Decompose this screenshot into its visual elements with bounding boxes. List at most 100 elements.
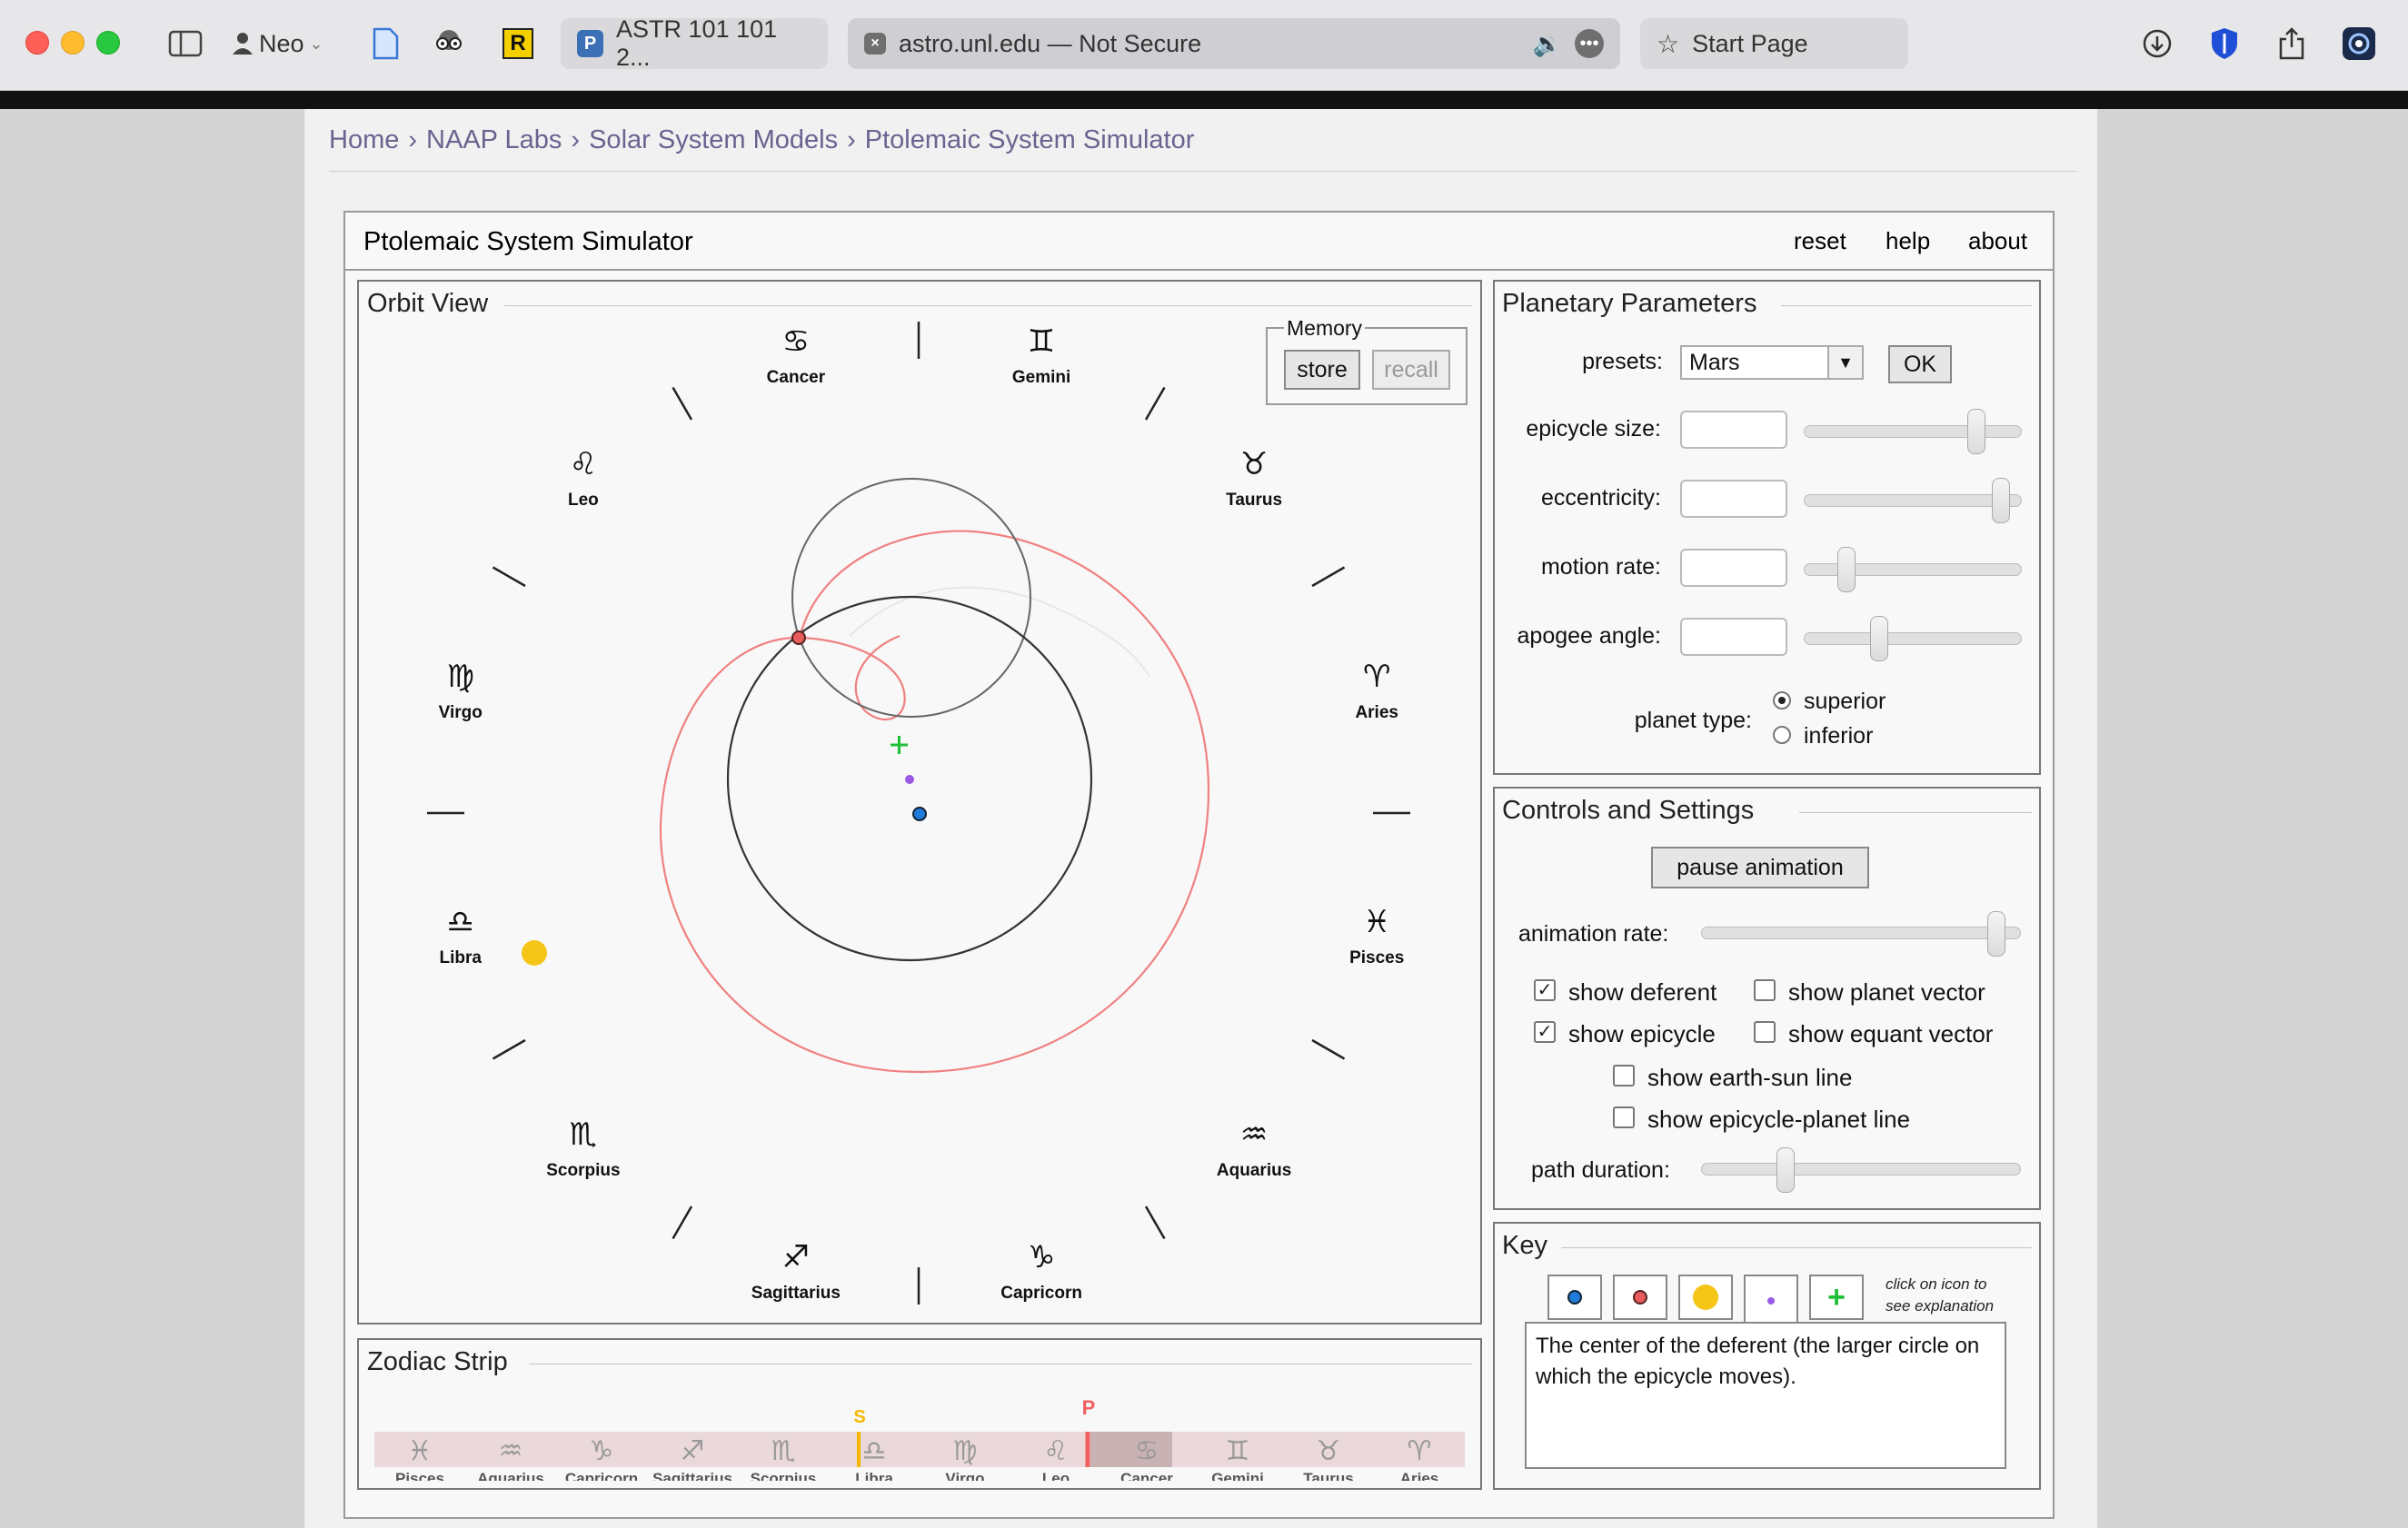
more-options-icon[interactable]: ••• bbox=[1575, 29, 1604, 58]
zodiac-sign-gemini: ♊ Gemini bbox=[1012, 323, 1070, 387]
key-deferent-center-tab[interactable]: + bbox=[1809, 1275, 1864, 1320]
sidebar-toggle-icon[interactable] bbox=[165, 24, 205, 64]
path-duration-slider-track[interactable] bbox=[1701, 1163, 2021, 1176]
close-window-button[interactable] bbox=[25, 31, 49, 55]
epicycle-size-slider-track[interactable] bbox=[1804, 425, 2022, 438]
planet-type-inferior-radio[interactable] bbox=[1773, 726, 1791, 744]
planet-path bbox=[659, 530, 1210, 1074]
dropdown-arrow-icon[interactable]: ▼ bbox=[1827, 347, 1862, 378]
tab-astr101[interactable]: P ASTR 101 101 2... bbox=[561, 15, 828, 71]
zodiac-glyph-icon: ♒ bbox=[1240, 1116, 1268, 1153]
preset-ok-button[interactable]: OK bbox=[1888, 345, 1952, 383]
apogee-angle-slider-track[interactable] bbox=[1804, 632, 2022, 645]
strip-glyph-icon: ♐ bbox=[681, 1435, 705, 1467]
show-epicycle-planet-line-checkbox[interactable] bbox=[1613, 1106, 1635, 1128]
path-duration-label: path duration: bbox=[1531, 1157, 1670, 1183]
strip-sign-label: Taurus bbox=[1303, 1470, 1353, 1481]
planet-type-superior-radio[interactable] bbox=[1773, 691, 1791, 709]
motion-rate-slider-thumb[interactable] bbox=[1837, 547, 1856, 592]
zoom-window-button[interactable] bbox=[96, 31, 120, 55]
chevron-down-icon: ⌄ bbox=[309, 34, 323, 53]
zodiac-glyph-icon: ♈ bbox=[1363, 659, 1390, 695]
download-icon[interactable] bbox=[2137, 24, 2177, 64]
show-planet-vector-checkbox[interactable] bbox=[1754, 979, 1776, 1001]
about-link[interactable]: about bbox=[1968, 227, 2027, 255]
strip-glyph-icon: ♓ bbox=[408, 1435, 433, 1467]
show-epicycle-checkbox[interactable]: ✓ bbox=[1534, 1021, 1556, 1043]
strip-sign-label: Pisces bbox=[395, 1470, 444, 1481]
glasses-bookmark-icon[interactable] bbox=[431, 24, 467, 64]
key-title: Key bbox=[1502, 1231, 1557, 1261]
store-button[interactable]: store bbox=[1284, 350, 1360, 390]
zodiac-sign-virgo: ♍ Virgo bbox=[439, 659, 483, 722]
zodiac-glyph-icon: ♏ bbox=[570, 1116, 597, 1153]
eccentricity-slider-thumb[interactable] bbox=[1991, 478, 2010, 523]
strip-glyph-icon: ♋ bbox=[1135, 1435, 1159, 1467]
key-sun-tab[interactable] bbox=[1678, 1275, 1733, 1320]
show-deferent-checkbox[interactable]: ✓ bbox=[1534, 979, 1556, 1001]
zodiac-glyph-icon: ♎ bbox=[447, 904, 474, 940]
key-explanation: The center of the deferent (the larger c… bbox=[1525, 1322, 2006, 1469]
animation-rate-slider-thumb[interactable] bbox=[1987, 911, 2006, 957]
zodiac-strip-highlight bbox=[1090, 1432, 1172, 1467]
epicycle-size-slider-thumb[interactable] bbox=[1967, 409, 1986, 454]
zodiac-strip-canvas[interactable]: ♓ Pisces ♒ Aquarius ♑ Capricorn ♐ Sagittarius ♏ S… bbox=[359, 1399, 1478, 1481]
motion-rate-slider-track[interactable] bbox=[1804, 563, 2022, 576]
eccentricity-input[interactable] bbox=[1680, 480, 1787, 518]
breadcrumb-naap-labs[interactable]: NAAP Labs bbox=[426, 125, 562, 155]
breadcrumb-home[interactable]: Home bbox=[329, 125, 399, 155]
zodiac-sign-pisces: ♓ Pisces bbox=[1349, 904, 1404, 967]
r-bookmark-icon[interactable]: R bbox=[500, 24, 536, 64]
zodiac-glyph-icon: ♓ bbox=[1363, 904, 1390, 940]
epicycle-size-input[interactable] bbox=[1680, 411, 1787, 449]
app-title: Ptolemaic System Simulator bbox=[363, 227, 693, 256]
zodiac-glyph-icon: ♌ bbox=[570, 446, 597, 482]
reset-link[interactable]: reset bbox=[1794, 227, 1846, 255]
minimize-window-button[interactable] bbox=[61, 31, 85, 55]
speaker-icon[interactable]: 🔉 bbox=[1533, 30, 1562, 58]
memory-label: Memory bbox=[1284, 316, 1366, 341]
strip-glyph-icon: ♒ bbox=[499, 1435, 523, 1467]
key-earth-tab[interactable] bbox=[1547, 1275, 1602, 1320]
strip-sign-label: Capricorn bbox=[565, 1470, 638, 1481]
animation-rate-slider-track[interactable] bbox=[1701, 927, 2021, 939]
presets-select[interactable]: Mars ▼ bbox=[1680, 345, 1864, 380]
pause-animation-button[interactable]: pause animation bbox=[1651, 847, 1869, 888]
shield-icon[interactable] bbox=[2204, 24, 2244, 64]
tab-close-icon[interactable]: × bbox=[864, 33, 886, 55]
show-equant-vector-checkbox[interactable] bbox=[1754, 1021, 1776, 1043]
planet-marker bbox=[791, 630, 806, 645]
profile-menu[interactable]: Neo ⌄ bbox=[232, 25, 323, 62]
earth-icon bbox=[1567, 1290, 1582, 1305]
orbit-view-canvas[interactable]: ♋ Cancer ♊ Gemini ♉ Taurus ♈ Aries ♓ Pisces ♒ Aquar… bbox=[359, 283, 1478, 1323]
strip-sign-label: Cancer bbox=[1120, 1470, 1173, 1481]
star-icon: ☆ bbox=[1657, 29, 1680, 58]
key-planet-tab[interactable] bbox=[1613, 1275, 1667, 1320]
help-link[interactable]: help bbox=[1886, 227, 1930, 255]
breadcrumb-separator: › bbox=[571, 125, 581, 154]
apogee-angle-slider-thumb[interactable] bbox=[1869, 616, 1888, 661]
tab-astro-unl[interactable]: × astro.unl.edu — Not Secure 🔉 ••• bbox=[848, 18, 1620, 69]
zodiac-glyph-icon: ♉ bbox=[1240, 446, 1268, 482]
zodiac-name-label: Leo bbox=[568, 491, 599, 510]
show-earth-sun-line-checkbox[interactable] bbox=[1613, 1065, 1635, 1086]
zodiac-sign-capricorn: ♑ Capricorn bbox=[1000, 1239, 1082, 1303]
extension-icon[interactable] bbox=[2339, 24, 2379, 64]
breadcrumb-solar-system-models[interactable]: Solar System Models bbox=[589, 125, 838, 155]
tab-label: Start Page bbox=[1692, 29, 1808, 57]
zodiac-sign-leo: ♌ Leo bbox=[568, 446, 599, 510]
tab-start-page[interactable]: ☆ Start Page bbox=[1640, 18, 1908, 69]
zodiac-boundary-tick bbox=[672, 386, 693, 421]
zodiac-glyph-icon: ♐ bbox=[782, 1239, 810, 1275]
eccentricity-slider-track[interactable] bbox=[1804, 494, 2022, 507]
panel-title-rule bbox=[1561, 1247, 2032, 1248]
document-bookmark-icon[interactable] bbox=[367, 24, 403, 64]
path-duration-slider-thumb[interactable] bbox=[1776, 1147, 1795, 1193]
breadcrumb-current[interactable]: Ptolemaic System Simulator bbox=[865, 125, 1195, 155]
motion-rate-input[interactable] bbox=[1680, 549, 1787, 587]
apogee-angle-input[interactable] bbox=[1680, 618, 1787, 656]
panel-title-rule bbox=[1799, 812, 2032, 813]
epicycle-size-label: epicycle size: bbox=[1526, 416, 1661, 442]
key-equant-tab[interactable] bbox=[1744, 1275, 1798, 1325]
share-icon[interactable] bbox=[2272, 24, 2312, 64]
